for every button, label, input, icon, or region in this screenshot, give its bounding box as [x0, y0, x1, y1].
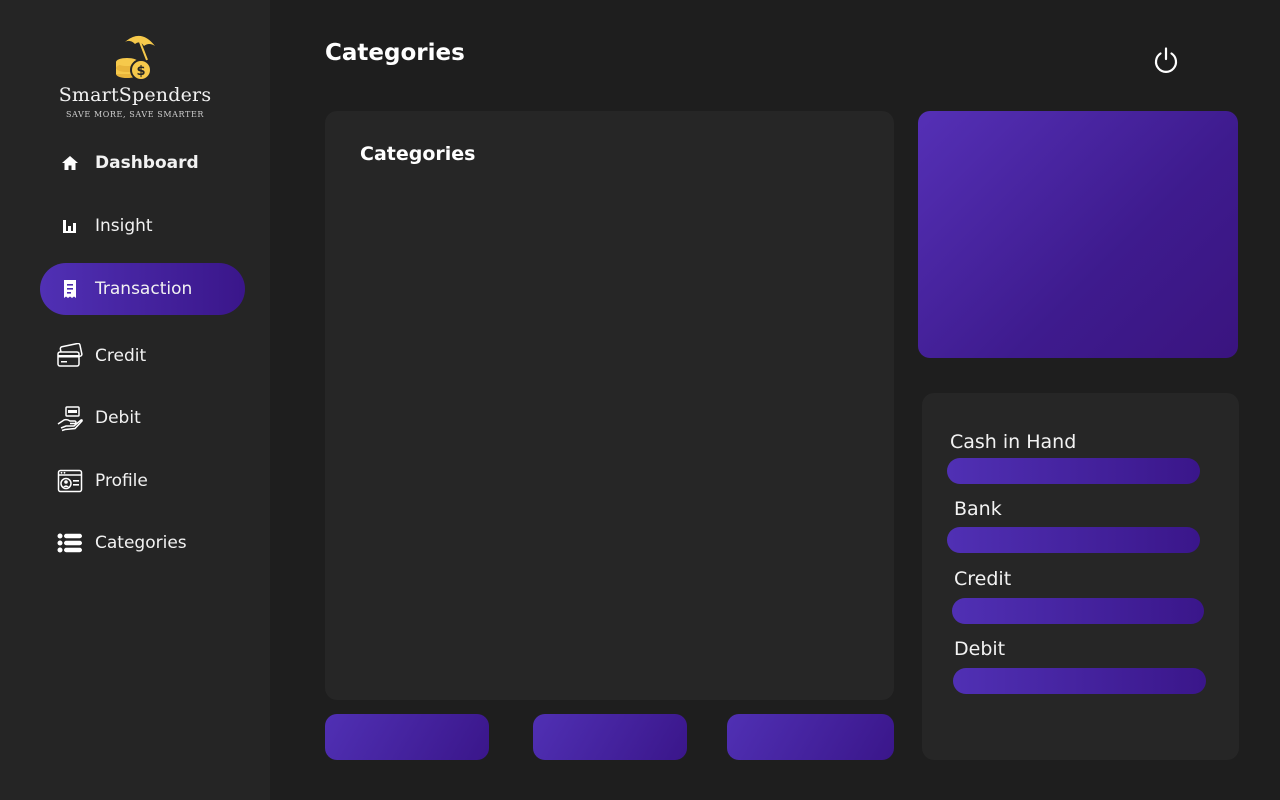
- account-bar-debit[interactable]: [953, 668, 1206, 694]
- sidebar-item-label: Profile: [95, 471, 148, 491]
- sidebar-item-insight[interactable]: Insight: [40, 200, 245, 252]
- hand-cash-icon: [56, 404, 84, 432]
- categories-panel: Categories: [325, 111, 894, 700]
- brand-name: SmartSpenders: [58, 84, 212, 106]
- sidebar-item-label: Credit: [95, 346, 147, 366]
- home-icon: [56, 149, 84, 177]
- power-button[interactable]: [1150, 44, 1182, 76]
- action-button-1[interactable]: [325, 714, 489, 760]
- id-card-icon: [56, 467, 84, 495]
- account-label-cash: Cash in Hand: [950, 431, 1077, 453]
- svg-text:$: $: [136, 64, 145, 79]
- coin-umbrella-logo-icon: $: [116, 35, 155, 81]
- action-button-3[interactable]: [727, 714, 894, 760]
- account-bar-cash[interactable]: [947, 458, 1200, 484]
- summary-card: [918, 111, 1238, 358]
- account-label-bank: Bank: [954, 498, 1002, 520]
- power-icon: [1154, 47, 1178, 73]
- receipt-icon: [56, 275, 84, 303]
- sidebar-item-profile[interactable]: Profile: [40, 455, 245, 507]
- sidebar-item-label: Transaction: [95, 279, 193, 299]
- panel-title: Categories: [360, 143, 476, 165]
- sidebar-item-label: Debit: [95, 408, 141, 428]
- sidebar-item-debit[interactable]: Debit: [40, 392, 245, 444]
- account-bar-bank[interactable]: [947, 527, 1200, 553]
- sidebar-item-transaction[interactable]: Transaction: [40, 263, 245, 315]
- account-bar-credit[interactable]: [952, 598, 1204, 624]
- list-icon: [56, 529, 84, 557]
- account-label-debit: Debit: [954, 638, 1006, 660]
- accounts-panel: Cash in Hand Bank Credit Debit: [922, 393, 1239, 760]
- sidebar-item-credit[interactable]: Credit: [40, 330, 245, 382]
- sidebar: $ SmartSpenders SAVE MORE, SAVE SMARTER …: [0, 0, 270, 800]
- page-title: Categories: [325, 40, 465, 66]
- sidebar-item-categories[interactable]: Categories: [40, 517, 245, 569]
- brand: $ SmartSpenders SAVE MORE, SAVE SMARTER: [0, 30, 270, 119]
- brand-tagline: SAVE MORE, SAVE SMARTER: [65, 110, 205, 119]
- sidebar-item-label: Categories: [95, 533, 187, 553]
- sidebar-item-dashboard[interactable]: Dashboard: [40, 137, 245, 189]
- bar-chart-icon: [56, 212, 84, 240]
- sidebar-item-label: Dashboard: [95, 153, 199, 173]
- sidebar-item-label: Insight: [95, 216, 153, 236]
- credit-card-icon: [56, 342, 84, 370]
- account-label-credit: Credit: [954, 568, 1012, 590]
- action-button-2[interactable]: [533, 714, 687, 760]
